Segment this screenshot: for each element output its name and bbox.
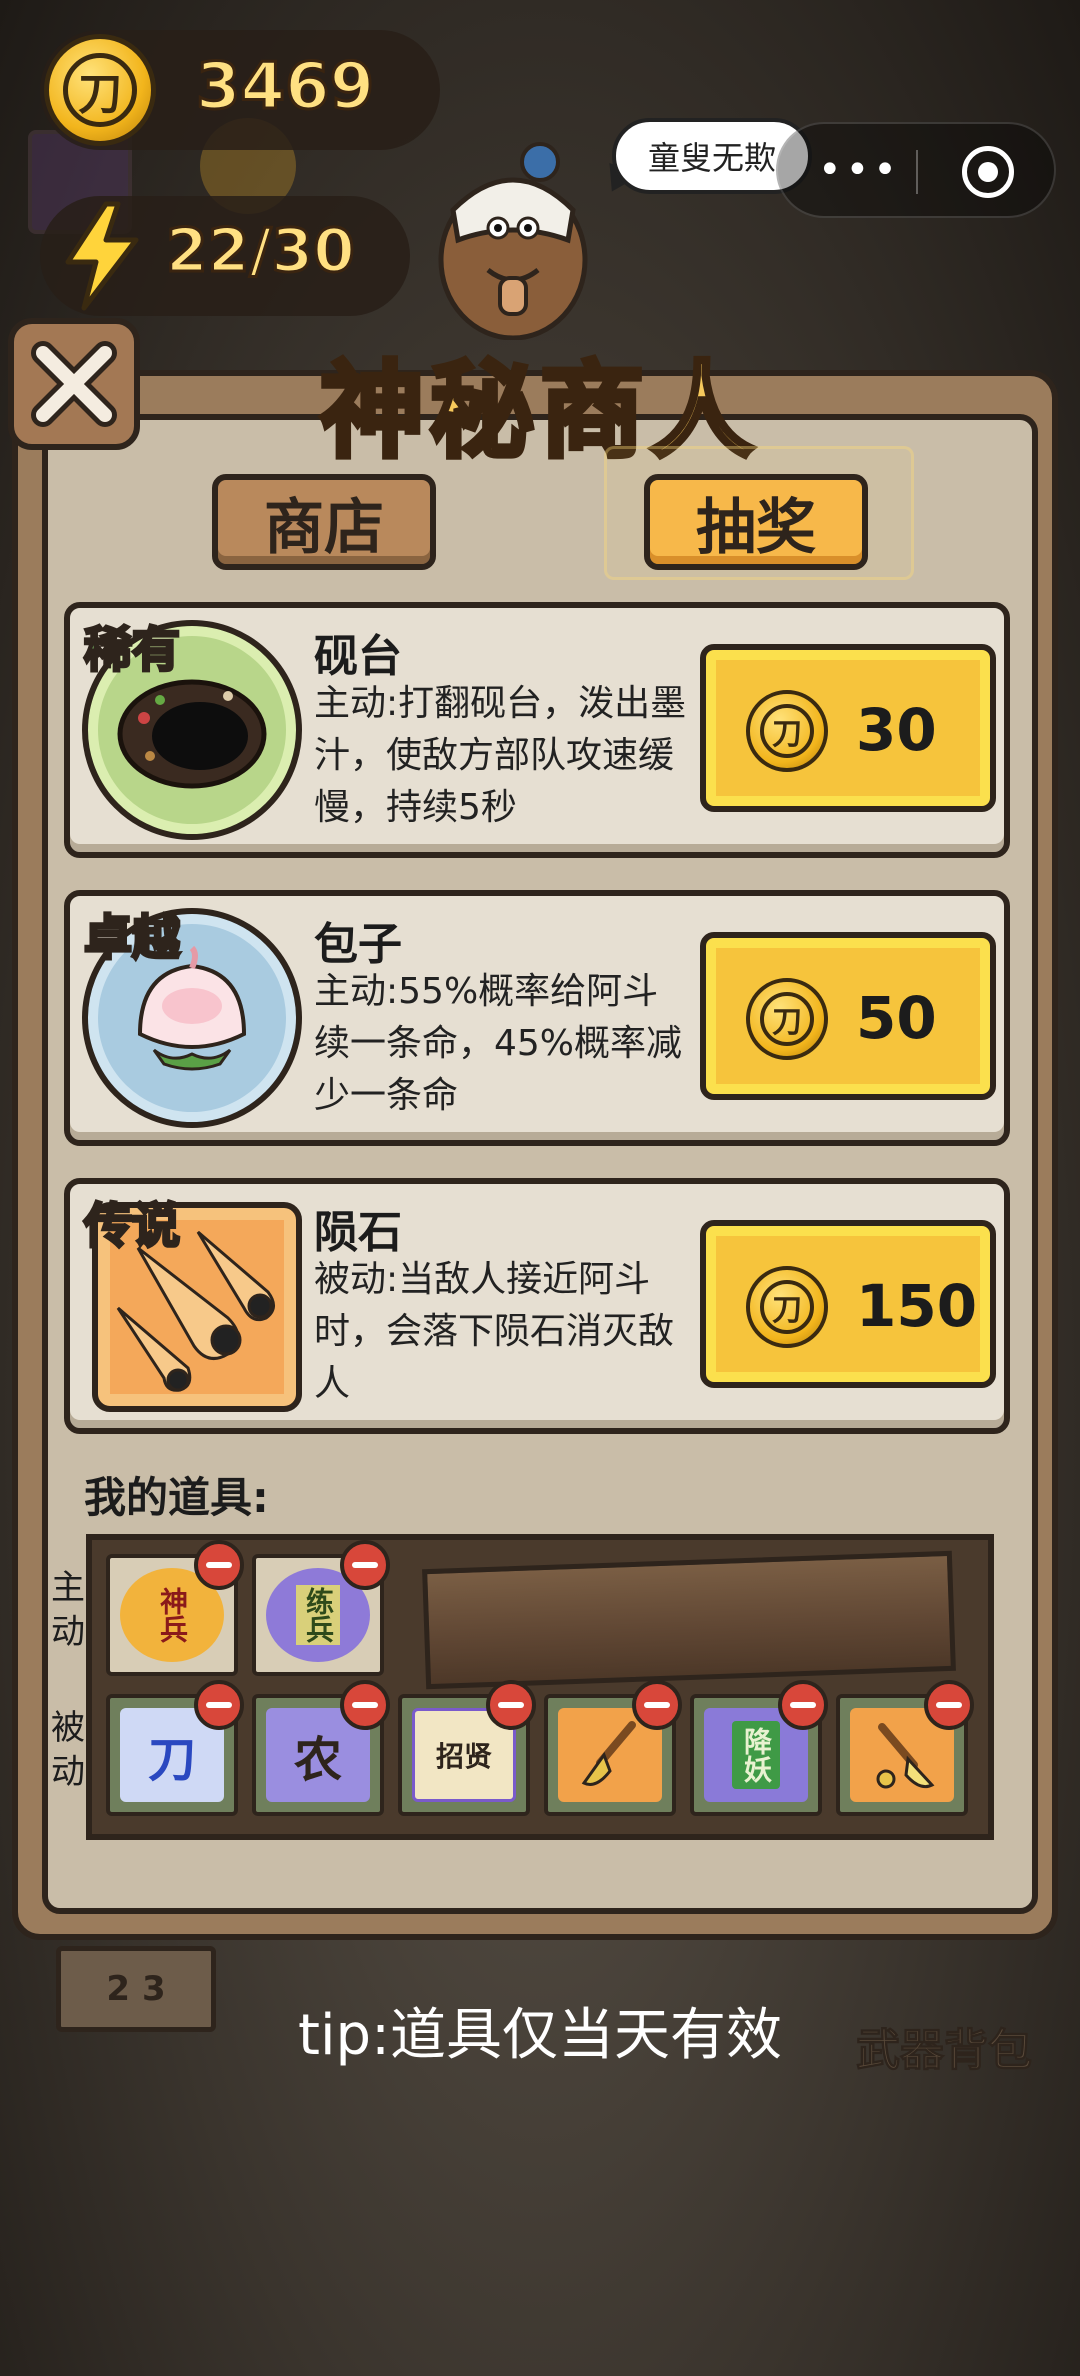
tab-shop[interactable]: 商店: [212, 474, 436, 570]
item-text: 降妖: [732, 1721, 780, 1789]
remove-item-button[interactable]: [486, 1680, 536, 1730]
more-icon[interactable]: •••: [818, 150, 901, 190]
coin-icon: 刀: [746, 690, 828, 772]
price-value: 50: [856, 984, 937, 1052]
rarity-label: 传说: [82, 1197, 181, 1256]
item-text: 农: [293, 1732, 342, 1788]
price-value: 30: [856, 696, 937, 764]
shop-item-card: 传说 陨石 被动:当敌人接近阿斗时，会落下陨石消灭敌人 刀 150: [64, 1178, 1010, 1434]
coin-symbol: 刀: [760, 992, 814, 1046]
passive-row-label: 被动: [51, 1708, 85, 1792]
remove-item-button[interactable]: [924, 1680, 974, 1730]
item-text: 招贤: [435, 1740, 492, 1773]
remove-item-button[interactable]: [778, 1680, 828, 1730]
buy-button[interactable]: 刀 50: [700, 932, 996, 1100]
item-name: 砚台: [314, 631, 402, 682]
coin-icon: 刀: [746, 1266, 828, 1348]
buy-button[interactable]: 刀 30: [700, 644, 996, 812]
panel-title: 神秘商人: [317, 348, 760, 475]
remove-item-button[interactable]: [194, 1540, 244, 1590]
item-description: 主动:55%概率给阿斗续一条命，45%概率减少一条命: [314, 971, 683, 1116]
coin-icon: 刀: [44, 34, 156, 146]
lightning-icon: [65, 201, 139, 311]
item-text: 练兵: [296, 1585, 340, 1645]
remove-item-button[interactable]: [194, 1680, 244, 1730]
buy-button[interactable]: 刀 150: [700, 1220, 996, 1388]
rarity-label: 稀有: [82, 621, 181, 680]
close-miniprogram-icon[interactable]: [962, 146, 1014, 198]
item-name: 陨石: [314, 1207, 402, 1258]
coin-symbol: 刀: [63, 53, 137, 127]
dig-shovel-icon: [876, 1723, 935, 1789]
capsule-divider: [916, 150, 918, 194]
coin-symbol: 刀: [760, 704, 814, 758]
inventory-label: 我的道具:: [84, 1473, 269, 1522]
item-text: 刀: [147, 1732, 196, 1788]
item-description: 主动:打翻砚台，泼出墨汁，使敌方部队攻速缓慢，持续5秒: [314, 683, 687, 828]
coin-icon: 刀: [746, 978, 828, 1060]
tab-lottery[interactable]: 抽奖: [644, 474, 868, 570]
merchant-character: [438, 142, 588, 340]
item-description: 被动:当敌人接近阿斗时，会落下陨石消灭敌人: [314, 1259, 675, 1404]
rarity-label: 卓越: [82, 909, 181, 968]
energy-value: 22/30: [165, 215, 357, 288]
miniprogram-capsule: •••: [776, 122, 1056, 218]
shop-item-card: 稀有 砚台 主动:打翻砚台，泼出墨汁，使敌方部队攻速缓慢，持续5秒 刀 30: [64, 602, 1010, 858]
coin-symbol: 刀: [760, 1280, 814, 1334]
weapon-backpack-button[interactable]: 武器背包: [856, 2014, 1033, 2078]
remove-item-button[interactable]: [340, 1540, 390, 1590]
shovel-icon: [581, 1721, 636, 1786]
shop-item-card: 卓越 包子 主动:55%概率给阿斗续一条命，45%概率减少一条命 刀 50: [64, 890, 1010, 1146]
remove-item-button[interactable]: [632, 1680, 682, 1730]
locked-slots-plank: [422, 1550, 956, 1690]
price-value: 150: [856, 1272, 978, 1340]
remove-item-button[interactable]: [340, 1680, 390, 1730]
item-text: 神兵: [156, 1587, 189, 1643]
coin-value: 3469: [194, 49, 375, 126]
item-name: 包子: [314, 919, 402, 970]
active-row-label: 主动: [51, 1568, 85, 1652]
